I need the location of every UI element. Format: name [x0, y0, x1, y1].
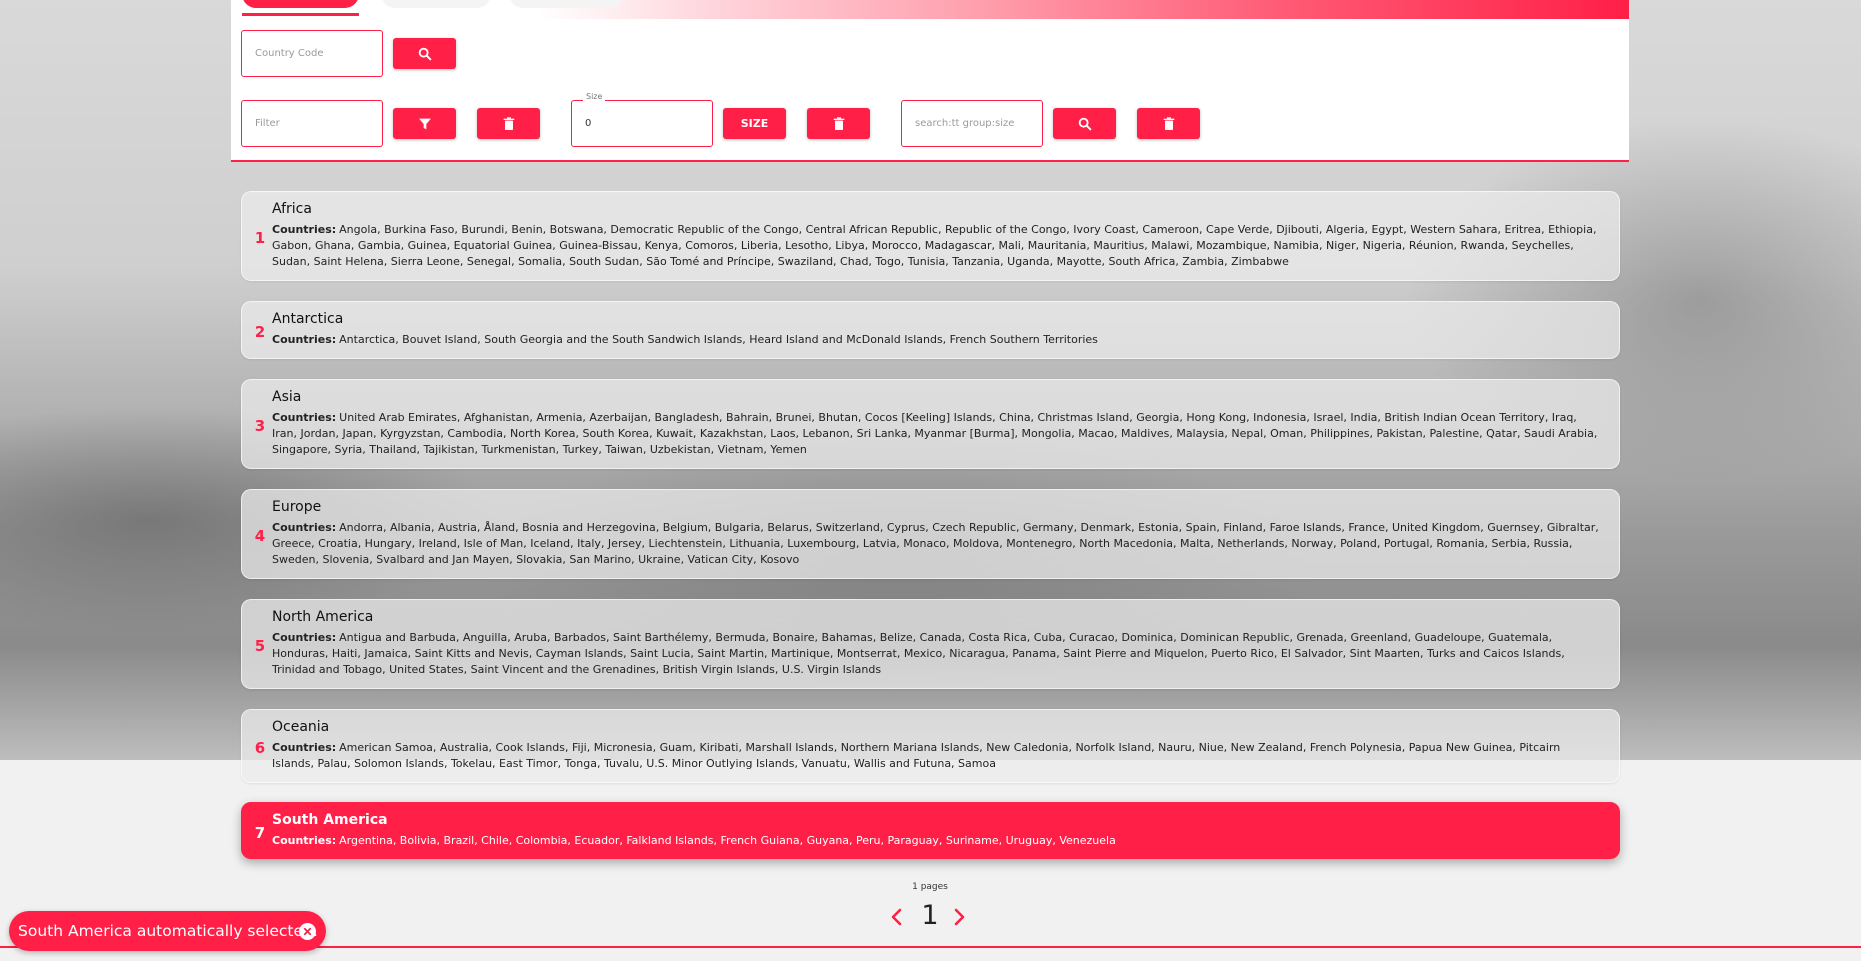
- country-code-input[interactable]: [242, 31, 382, 76]
- continent-index: 6: [254, 739, 266, 757]
- size-input[interactable]: [572, 101, 712, 146]
- continent-name: Africa: [272, 201, 312, 217]
- countries-list: Antarctica, Bouvet Island, South Georgia…: [339, 333, 1098, 346]
- current-page[interactable]: 1: [914, 900, 946, 931]
- query-input[interactable]: [902, 101, 1042, 146]
- trash-icon: [833, 116, 844, 130]
- continent-name: Antarctica: [272, 311, 344, 327]
- countries-label: Countries:: [272, 631, 337, 644]
- continent-card-oceania[interactable]: 6 Oceania Countries: American Samoa, Aust…: [241, 709, 1620, 783]
- countries-label: Countries:: [272, 834, 337, 847]
- size-clear-button[interactable]: [807, 108, 870, 139]
- tab-active-underline: [242, 13, 359, 16]
- tab-active[interactable]: [242, 0, 359, 8]
- continent-name: Oceania: [272, 719, 330, 735]
- countries-label: Countries:: [272, 521, 337, 534]
- continent-card-antarctica[interactable]: 2 Antarctica Countries: Antarctica, Bouve…: [241, 301, 1620, 359]
- continent-name: North America: [272, 609, 374, 625]
- filter-clear-button[interactable]: [477, 108, 540, 139]
- search-icon: [1078, 117, 1091, 130]
- countries-list: United Arab Emirates, Afghanistan, Armen…: [272, 411, 1598, 456]
- continent-countries: Countries: Argentina, Bolivia, Brazil, Ch…: [272, 833, 1602, 849]
- chevron-left-icon[interactable]: [890, 908, 904, 926]
- search-icon: [418, 47, 431, 60]
- tab-2[interactable]: [381, 0, 491, 8]
- continent-countries: Countries: United Arab Emirates, Afghanis…: [272, 410, 1602, 458]
- query-clear-button[interactable]: [1137, 108, 1200, 139]
- countries-list: Andorra, Albania, Austria, Åland, Bosnia…: [272, 521, 1599, 566]
- continent-name: Europe: [272, 499, 322, 515]
- size-label: Size: [583, 92, 606, 101]
- filter-field[interactable]: [241, 100, 383, 147]
- countries-list: Argentina, Bolivia, Brazil, Chile, Colom…: [339, 834, 1116, 847]
- country-search-button[interactable]: [393, 38, 456, 69]
- continent-countries: Countries: Antarctica, Bouvet Island, Sou…: [272, 332, 1602, 348]
- continent-index: 2: [254, 323, 266, 341]
- pages-count: 1 pages: [912, 882, 948, 892]
- trash-icon: [1163, 116, 1174, 130]
- query-field[interactable]: [901, 100, 1043, 147]
- countries-label: Countries:: [272, 333, 337, 346]
- tab-bar: [231, 0, 1629, 19]
- countries-label: Countries:: [272, 411, 337, 424]
- countries-label: Countries:: [272, 223, 337, 236]
- continent-countries: Countries: Angola, Burkina Faso, Burundi,…: [272, 222, 1602, 270]
- query-search-button[interactable]: [1053, 108, 1116, 139]
- continent-countries: Countries: Antigua and Barbuda, Anguilla,…: [272, 630, 1602, 678]
- main-container: Size SIZE 1 Africa Countries:Angola, Bur…: [231, 0, 1629, 961]
- continent-index: 1: [254, 229, 266, 247]
- continent-card-asia[interactable]: 3 Asia Countries: United Arab Emirates, A…: [241, 379, 1620, 469]
- continent-index: 4: [254, 527, 266, 545]
- size-button[interactable]: SIZE: [723, 108, 786, 139]
- chevron-right-icon[interactable]: [952, 908, 966, 926]
- toast-message: South America automatically selected.: [18, 922, 318, 940]
- pagination: 1: [890, 900, 970, 934]
- continent-index: 7: [254, 824, 266, 842]
- size-field[interactable]: Size: [571, 92, 713, 147]
- countries-list: Antigua and Barbuda, Anguilla, Aruba, Ba…: [272, 631, 1565, 676]
- toast-notification: South America automatically selected.: [9, 911, 326, 951]
- continent-card-europe[interactable]: 4 Europe Countries: Andorra, Albania, Aus…: [241, 489, 1620, 579]
- countries-list: American Samoa, Australia, Cook Islands,…: [272, 741, 1561, 770]
- continent-name: South America: [272, 812, 388, 828]
- continent-index: 5: [254, 637, 266, 655]
- country-code-field[interactable]: [241, 30, 383, 77]
- continent-countries: Countries: American Samoa, Australia, Coo…: [272, 740, 1602, 772]
- close-circle-icon[interactable]: [299, 923, 316, 940]
- continent-index: 3: [254, 417, 266, 435]
- filter-icon: [418, 118, 431, 129]
- filter-input[interactable]: [242, 101, 382, 146]
- tab-3[interactable]: [509, 0, 624, 8]
- controls-panel: Size SIZE: [231, 0, 1629, 162]
- countries-label: Countries:: [272, 741, 337, 754]
- trash-icon: [503, 116, 514, 130]
- continent-card-africa[interactable]: 1 Africa Countries: Angola, Burkina Faso,…: [241, 191, 1620, 281]
- continent-card-south-america[interactable]: 7 South America Countries: Argentina, Bol…: [241, 802, 1620, 859]
- filter-button[interactable]: [393, 108, 456, 139]
- continent-countries: Countries: Andorra, Albania, Austria, Åla…: [272, 520, 1602, 568]
- countries-list: Angola, Burkina Faso, Burundi, Benin, Bo…: [272, 223, 1597, 268]
- continent-name: Asia: [272, 389, 302, 405]
- continent-card-north-america[interactable]: 5 North America Countries: Antigua and Ba…: [241, 599, 1620, 689]
